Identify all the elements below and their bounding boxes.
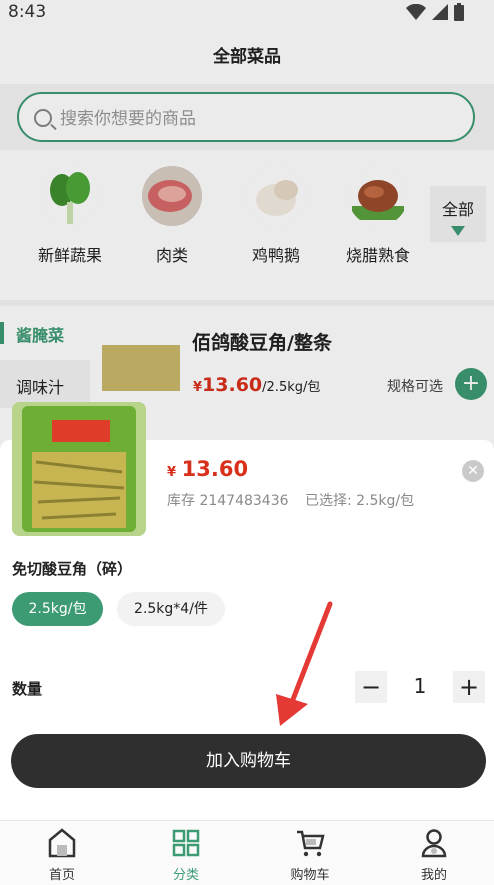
home-icon (48, 828, 76, 858)
minus-icon: − (360, 673, 382, 701)
add-to-cart-button[interactable]: 加入购物车 (11, 734, 486, 788)
category-grid-icon (172, 829, 200, 857)
annotation-arrow-icon (276, 601, 333, 726)
tab-mine[interactable]: 我的 (372, 822, 494, 883)
tab-mine-label: 我的 (420, 868, 447, 883)
sheet-price-value: 13.60 (181, 457, 249, 481)
stock-count: 库存 2147483436 (167, 493, 289, 509)
quantity-value[interactable]: 1 (408, 674, 432, 698)
tab-cart[interactable]: 购物车 (248, 822, 372, 883)
tab-home[interactable]: 首页 (0, 822, 124, 883)
tab-home-label: 首页 (48, 868, 75, 883)
sheet-price: ¥ 13.60 (167, 457, 248, 481)
sheet-currency: ¥ (167, 465, 177, 480)
sheet-product-image (12, 402, 146, 536)
spec-option-selected[interactable]: 2.5kg/包 (12, 592, 103, 626)
spec-title: 免切酸豆角（碎） (12, 560, 133, 578)
stock-info: 库存 2147483436 已选择: 2.5kg/包 (167, 490, 414, 510)
quantity-label: 数量 (12, 680, 43, 698)
tab-category-label: 分类 (172, 868, 199, 883)
tab-cart-label: 购物车 (290, 868, 330, 883)
user-icon (421, 829, 447, 858)
cart-icon (297, 830, 325, 857)
spec-option[interactable]: 2.5kg*4/件 (117, 592, 225, 626)
plus-icon: + (458, 673, 480, 701)
close-icon: ✕ (467, 463, 479, 479)
tab-category[interactable]: 分类 (124, 822, 248, 883)
decrease-button[interactable]: − (355, 671, 387, 703)
close-button[interactable]: ✕ (462, 460, 484, 482)
selected-spec: 已选择: 2.5kg/包 (304, 493, 415, 509)
increase-button[interactable]: + (453, 671, 485, 703)
